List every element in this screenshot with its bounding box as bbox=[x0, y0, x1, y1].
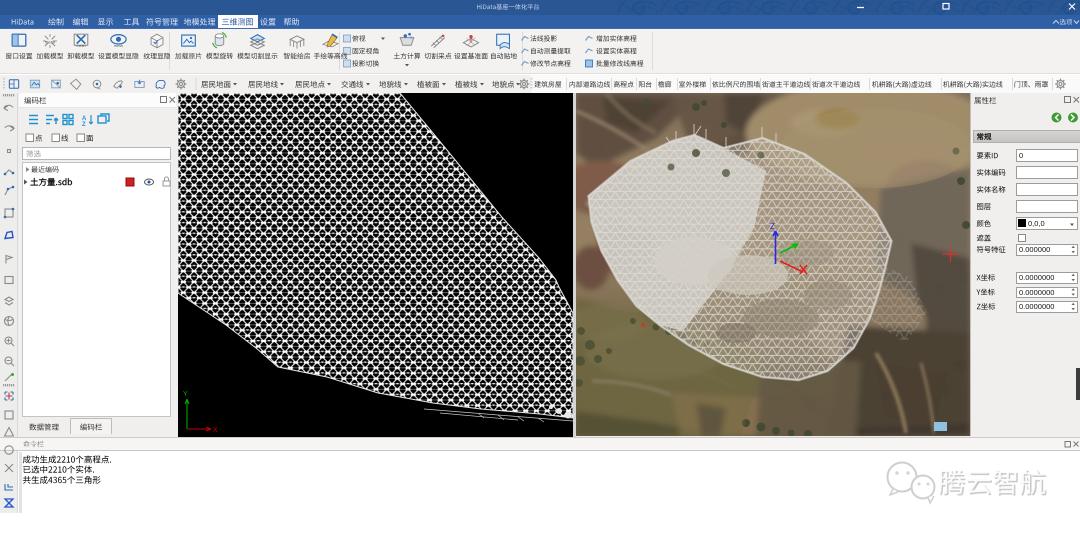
svg-text:mesh: mesh bbox=[45, 40, 56, 45]
svg-text:mesh: mesh bbox=[114, 44, 123, 48]
svg-text:Z: Z bbox=[82, 122, 86, 128]
svg-text:mesh: mesh bbox=[76, 44, 85, 48]
